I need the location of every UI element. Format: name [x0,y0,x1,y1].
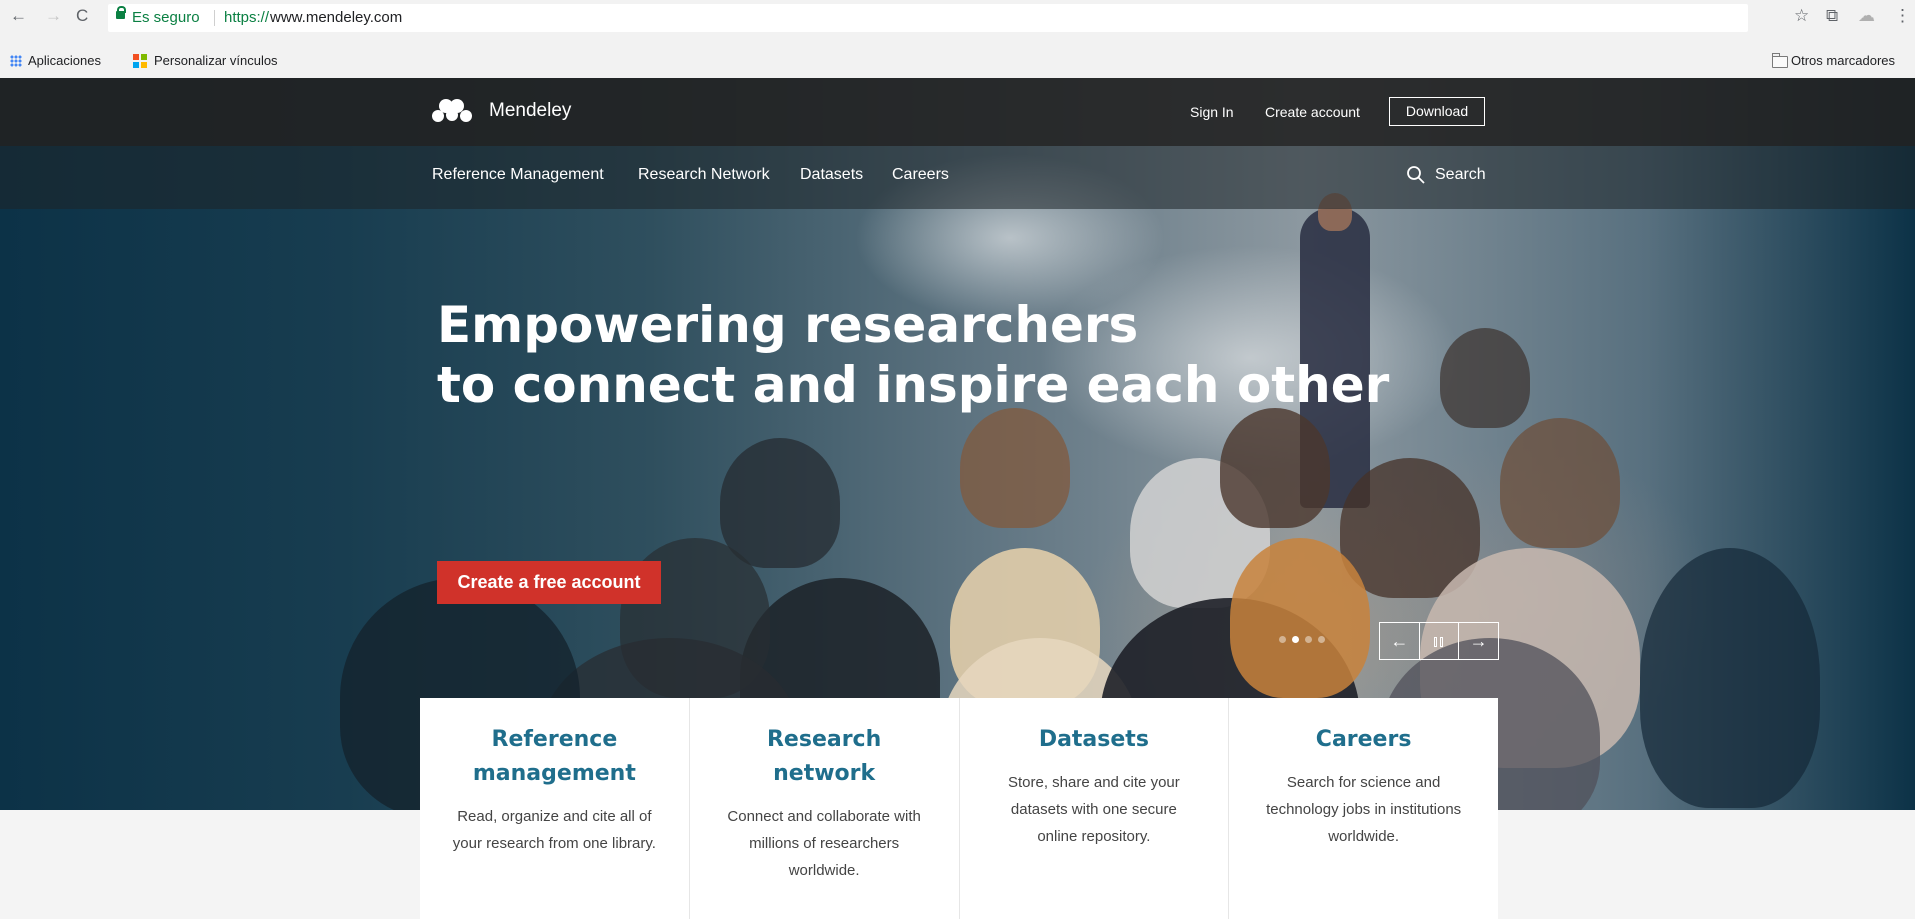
carousel-dot-2[interactable] [1292,636,1299,643]
other-bookmarks-label: Otros marcadores [1791,53,1896,68]
nav-careers[interactable]: Careers [892,166,949,184]
card-research-network[interactable]: Research network Connect and collaborate… [688,698,959,919]
card-datasets[interactable]: Datasets Store, share and cite your data… [958,698,1229,919]
menu-kebab-icon[interactable]: ⋮ [1894,6,1911,26]
create-free-account-button[interactable]: Create a free account [437,561,661,604]
extension-icon[interactable]: ☁ [1858,6,1875,26]
sign-in-link[interactable]: Sign In [1190,104,1234,120]
bookmarks-bar: Aplicaciones Personalizar vínculos Otros… [0,36,1915,79]
card-title[interactable]: Datasets [999,723,1189,757]
card-description: Connect and collaborate with millions of… [727,808,921,879]
card-description: Store, share and cite your datasets with… [1007,774,1180,845]
other-bookmarks[interactable]: Otros marcadores [1772,53,1895,69]
download-button[interactable]: Download [1389,97,1485,126]
create-account-link[interactable]: Create account [1265,104,1360,120]
bookmark-apps[interactable]: Aplicaciones [10,53,101,69]
headline-line-2: to connect and inspire each other [437,356,1390,414]
url-host: www.mendeley.com [270,9,403,26]
site-header: Mendeley Sign In Create account Download [0,78,1915,146]
search-icon [1407,166,1425,184]
carousel-dot-3[interactable] [1305,636,1312,643]
card-description: Read, organize and cite all of your rese… [452,808,656,852]
nav-research-network[interactable]: Research Network [638,166,770,184]
carousel-dot-1[interactable] [1279,636,1286,643]
bookmark-label: Personalizar vínculos [154,53,278,68]
pause-icon [1434,637,1444,647]
card-title[interactable]: Reference management [459,723,649,791]
forward-arrow-icon[interactable]: → [45,6,62,26]
feature-cards: Reference management Read, organize and … [420,698,1498,919]
nav-reference-management[interactable]: Reference Management [432,166,604,184]
nav-datasets[interactable]: Datasets [800,166,863,184]
carousel-pause-button[interactable] [1420,623,1460,659]
card-reference-management[interactable]: Reference management Read, organize and … [420,698,689,919]
url-scheme: https:// [224,9,270,26]
card-title[interactable]: Careers [1269,723,1459,757]
microsoft-logo-icon [133,54,147,68]
reload-icon[interactable]: C [76,6,88,26]
card-title[interactable]: Research network [729,723,919,791]
folder-icon [1772,53,1788,68]
address-bar[interactable]: Es seguro https:// www.mendeley.com [108,4,1748,32]
apps-grid-icon [10,55,22,67]
mendeley-logo-icon[interactable] [432,96,472,124]
card-careers[interactable]: Careers Search for science and technolog… [1228,698,1498,919]
lock-icon [116,6,126,19]
cast-icon[interactable]: ⧉ [1826,6,1838,26]
logo-text[interactable]: Mendeley [489,100,571,122]
main-nav-bar [0,146,1915,209]
carousel-controls: ← → [1379,622,1499,660]
secure-label: Es seguro [132,9,200,26]
omnibox-divider [214,10,215,26]
carousel-next-icon[interactable]: → [1459,623,1498,659]
back-arrow-icon[interactable]: ← [10,6,27,26]
card-description: Search for science and technology jobs i… [1266,774,1462,845]
bookmark-star-icon[interactable]: ☆ [1794,6,1809,26]
bookmark-personalizar[interactable]: Personalizar vínculos [133,53,278,69]
browser-toolbar: ← → C Es seguro https:// www.mendeley.co… [0,0,1915,36]
search-label: Search [1435,166,1486,183]
carousel-prev-icon[interactable]: ← [1380,623,1420,659]
carousel-dot-4[interactable] [1318,636,1325,643]
hero-headline: Empowering researchers to connect and in… [437,295,1390,415]
headline-line-1: Empowering researchers [437,296,1139,354]
bookmark-label: Aplicaciones [28,53,101,68]
